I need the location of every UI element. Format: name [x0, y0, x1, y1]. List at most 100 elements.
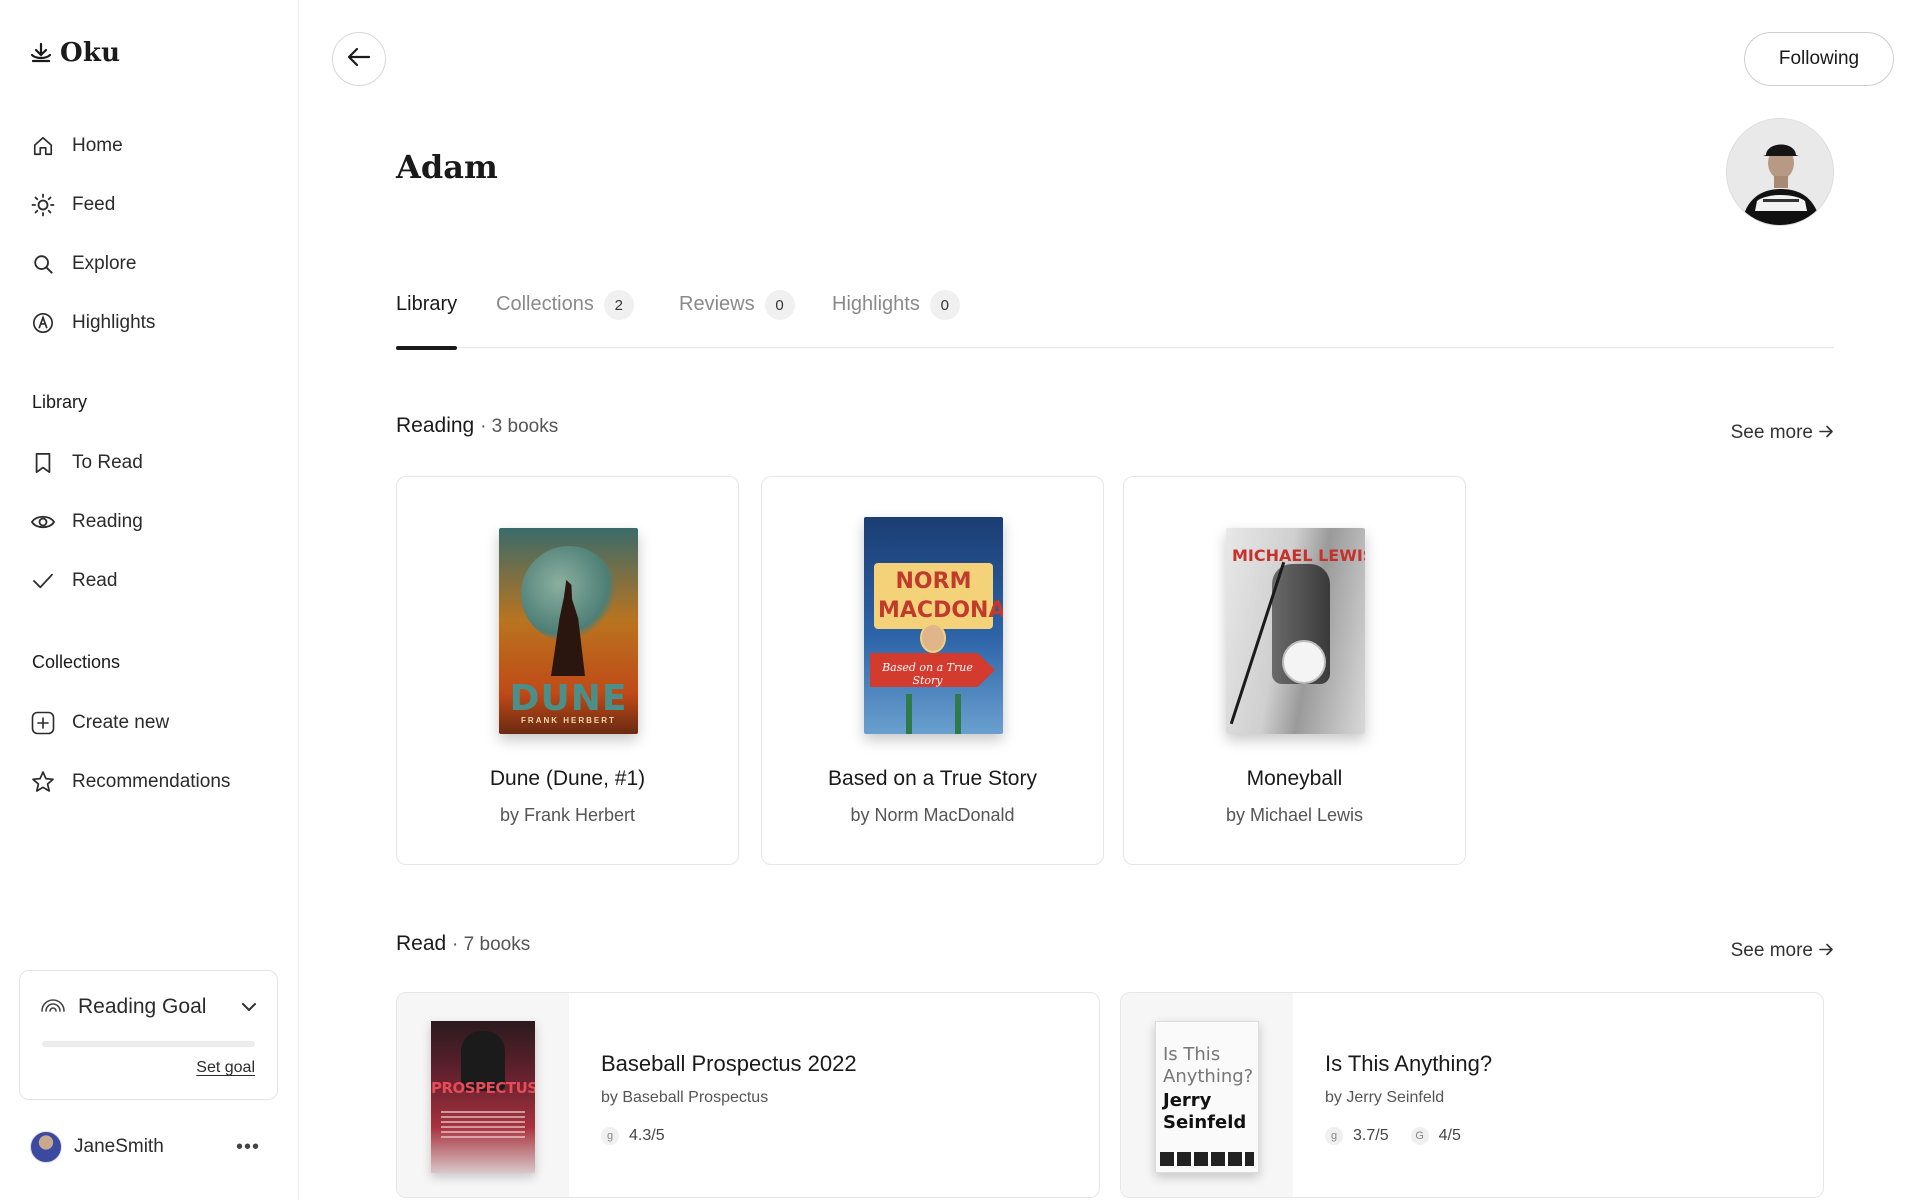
goodreads-icon: g	[601, 1127, 619, 1145]
reading-goal-label: Reading Goal	[78, 995, 207, 1018]
book-title: Moneyball	[1246, 767, 1343, 790]
oku-logo-icon	[30, 42, 52, 64]
profile-tabs: Library Collections 2 Reviews 0 Highligh…	[396, 288, 1834, 350]
nav-to-read[interactable]: To Read	[30, 443, 280, 483]
nav-create-collection-label: Create new	[72, 712, 170, 733]
tab-collections-count: 2	[603, 290, 634, 320]
nav-to-read-label: To Read	[72, 452, 143, 473]
user-avatar	[30, 1131, 62, 1163]
reading-goal-toggle[interactable]: Reading Goal	[40, 995, 206, 1019]
nav-recommendations-label: Recommendations	[72, 771, 231, 792]
reading-count: · 3 books	[480, 416, 559, 437]
book-cover-prospectus: PROSPECTUS	[431, 1021, 535, 1173]
arrow-right-icon	[1819, 422, 1834, 444]
reading-title: Reading	[396, 414, 475, 437]
book-card-based-on-a-true-story[interactable]: NORM MACDONAL Based on a True Story Base…	[761, 476, 1104, 865]
nav-read[interactable]: Read	[30, 561, 280, 601]
plus-icon	[30, 710, 56, 736]
nav-home[interactable]: Home	[30, 126, 280, 166]
book-card-dune[interactable]: DUNE FRANK HERBERT Dune (Dune, #1) by Fr…	[396, 476, 739, 865]
cover-backdrop: PROSPECTUS	[397, 993, 569, 1197]
user-name: JaneSmith	[74, 1136, 164, 1157]
rating-goodreads: g 4.3/5	[601, 1127, 665, 1145]
search-icon	[30, 251, 56, 277]
collections-section-title: Collections	[32, 652, 121, 672]
nav-highlights-label: Highlights	[72, 312, 156, 333]
book-card-moneyball[interactable]: MICHAEL LEWIS Moneyball by Michael Lewis	[1123, 476, 1466, 865]
cover-title-moneyball: MICHAEL LEWIS	[1232, 546, 1365, 565]
tab-collections[interactable]: Collections 2	[496, 288, 634, 348]
nav-feed[interactable]: Feed	[30, 185, 280, 225]
tab-highlights-count: 0	[929, 290, 960, 320]
rating-google: G 4/5	[1410, 1127, 1461, 1145]
nav-read-label: Read	[72, 570, 118, 591]
book-title: Baseball Prospectus 2022	[601, 1051, 857, 1076]
reading-goal-card: Reading Goal Set goal	[19, 970, 278, 1100]
home-icon	[30, 133, 56, 159]
sun-icon	[30, 192, 56, 218]
book-ratings: g 4.3/5	[601, 1127, 665, 1145]
read-count: · 7 books	[452, 934, 531, 955]
rating-value: 4.3/5	[629, 1127, 665, 1144]
tab-reviews-count: 0	[764, 290, 795, 320]
reading-see-more[interactable]: See more	[1731, 422, 1834, 444]
reading-see-more-label: See more	[1730, 422, 1813, 443]
book-author: by Frank Herbert	[499, 805, 636, 825]
profile-avatar	[1726, 118, 1834, 226]
arrow-right-icon	[1819, 940, 1834, 962]
goodreads-icon: g	[1325, 1127, 1343, 1145]
chevron-down-icon[interactable]	[241, 999, 257, 1017]
read-card-baseball-prospectus[interactable]: PROSPECTUS Baseball Prospectus 2022 by B…	[396, 992, 1100, 1198]
rating-value: 4/5	[1438, 1127, 1461, 1144]
sidebar: Oku Home Feed Explore Highlights Library…	[0, 0, 299, 1200]
book-cover-norm: NORM MACDONAL Based on a True Story	[864, 517, 1003, 734]
cover-title-seinfeld: Is This Anything?	[1163, 1044, 1254, 1087]
nav-reading[interactable]: Reading	[30, 502, 280, 542]
app-name: Oku	[60, 38, 121, 68]
nav-explore[interactable]: Explore	[30, 244, 280, 284]
bookmark-icon	[30, 450, 56, 476]
cover-sub-norm: Based on a True Story	[882, 661, 973, 687]
cover-title-prospectus: PROSPECTUS	[431, 1079, 535, 1097]
book-title: Dune (Dune, #1)	[489, 767, 646, 790]
set-goal-link[interactable]: Set goal	[196, 1059, 255, 1077]
tab-library[interactable]: Library	[396, 288, 458, 350]
tab-reviews-label: Reviews	[679, 293, 755, 315]
cover-author-dune: FRANK HERBERT	[521, 716, 616, 725]
tab-collections-label: Collections	[496, 293, 594, 315]
current-user[interactable]: JaneSmith •••	[30, 1130, 260, 1164]
book-title: Based on a True Story	[828, 767, 1037, 790]
book-author: by Norm MacDonald	[850, 805, 1015, 825]
nav-recommendations[interactable]: Recommendations	[30, 762, 280, 802]
cover-title-norm: NORM MACDONAL	[878, 569, 1003, 623]
library-nav: To Read Reading Read	[30, 443, 280, 601]
back-button[interactable]	[332, 32, 386, 86]
rainbow-icon	[40, 995, 66, 1019]
collections-nav: Create new Recommendations	[30, 703, 280, 802]
nav-explore-label: Explore	[72, 253, 137, 274]
book-cover-moneyball: MICHAEL LEWIS	[1226, 528, 1365, 734]
read-title: Read	[396, 932, 447, 955]
book-author: by Michael Lewis	[1225, 805, 1364, 825]
star-icon	[30, 769, 56, 795]
tab-highlights[interactable]: Highlights 0	[832, 288, 960, 348]
book-title: Is This Anything?	[1325, 1051, 1493, 1076]
nav-reading-label: Reading	[72, 511, 143, 532]
read-section-title: Read · 7 books	[396, 932, 530, 956]
tab-reviews[interactable]: Reviews 0	[679, 288, 795, 348]
more-options-icon[interactable]: •••	[236, 1136, 260, 1159]
reading-section-title: Reading · 3 books	[396, 414, 558, 438]
cover-author-seinfeld: Jerry Seinfeld	[1163, 1090, 1247, 1133]
nav-highlights[interactable]: Highlights	[30, 303, 280, 343]
read-card-is-this-anything[interactable]: Is This Anything? Jerry Seinfeld Is This…	[1120, 992, 1824, 1198]
book-ratings: g 3.7/5 G 4/5	[1325, 1127, 1461, 1145]
nav-home-label: Home	[72, 135, 123, 156]
nav-create-collection[interactable]: Create new	[30, 703, 280, 743]
read-see-more-label: See more	[1730, 940, 1813, 961]
reading-goal-progress	[42, 1041, 255, 1047]
nav-feed-label: Feed	[72, 194, 116, 215]
following-button[interactable]: Following	[1744, 32, 1894, 86]
read-see-more[interactable]: See more	[1731, 940, 1834, 962]
app-logo[interactable]: Oku	[30, 38, 120, 68]
highlight-icon	[30, 310, 56, 336]
